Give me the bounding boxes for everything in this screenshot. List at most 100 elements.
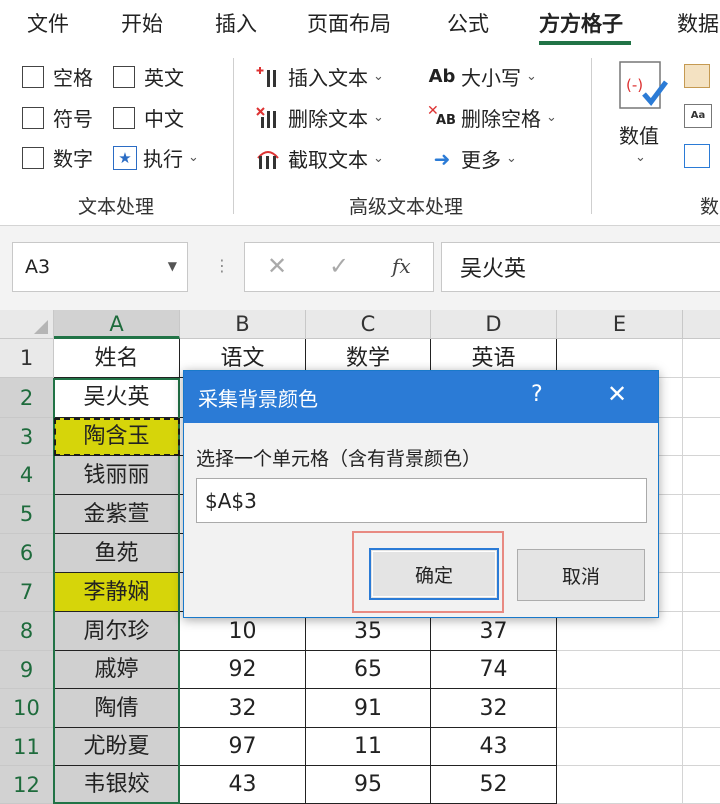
tab-insert[interactable]: 插入 [215, 8, 257, 38]
checkbox-box[interactable] [113, 106, 135, 129]
extract-text-button[interactable]: 截取文本 ⌄ [254, 144, 384, 173]
insert-function-icon[interactable]: fx [392, 254, 411, 278]
delete-space-button[interactable]: ✕ AB 删除空格 ⌄ [427, 103, 557, 132]
small-tool-icon-1[interactable] [684, 64, 710, 88]
column-header-f[interactable] [683, 310, 720, 339]
insert-text-button[interactable]: 插入文本 ⌄ [254, 62, 384, 91]
tab-page-layout[interactable]: 页面布局 [307, 8, 391, 38]
cell-e9[interactable] [557, 651, 683, 689]
cell-f2[interactable] [683, 378, 720, 418]
cell-e10[interactable] [557, 689, 683, 728]
tab-file[interactable]: 文件 [27, 8, 69, 38]
cell-b9[interactable]: 92 [180, 651, 306, 689]
cell-d12[interactable]: 52 [431, 766, 557, 804]
cell-reference-input[interactable] [196, 478, 647, 523]
name-box[interactable]: A3 ▼ [12, 242, 188, 292]
tab-fangfang-gezi[interactable]: 方方格子 [539, 8, 623, 38]
row-header-7[interactable]: 7 [0, 573, 54, 612]
cell-a12[interactable]: 韦银姣 [54, 766, 180, 804]
row-header-2[interactable]: 2 [0, 378, 54, 418]
column-header-e[interactable]: E [557, 310, 683, 339]
checkbox-english[interactable]: 英文 [113, 62, 184, 91]
checkbox-box[interactable] [22, 65, 44, 88]
cell-f11[interactable] [683, 728, 720, 766]
cell-a10[interactable]: 陶倩 [54, 689, 180, 728]
column-header-c[interactable]: C [306, 310, 431, 339]
tab-formulas[interactable]: 公式 [447, 8, 489, 38]
checkbox-box[interactable] [22, 146, 44, 169]
confirm-icon[interactable]: ✓ [329, 252, 349, 280]
checkbox-number[interactable]: 数字 [22, 143, 93, 172]
cell-f7[interactable] [683, 573, 720, 612]
cell-a3[interactable]: 陶含玉 [54, 418, 180, 456]
row-header-9[interactable]: 9 [0, 651, 54, 689]
cell-d10[interactable]: 32 [431, 689, 557, 728]
cell-f3[interactable] [683, 418, 720, 456]
row-header-6[interactable]: 6 [0, 534, 54, 573]
cell-a8[interactable]: 周尔珍 [54, 612, 180, 651]
cell-c10[interactable]: 91 [306, 689, 431, 728]
row-header-10[interactable]: 10 [0, 689, 54, 728]
row-header-3[interactable]: 3 [0, 418, 54, 456]
cell-a6[interactable]: 鱼苑 [54, 534, 180, 573]
more-button[interactable]: ➜ 更多 ⌄ [427, 144, 517, 173]
number-value-button[interactable]: (-) 数值 ⌄ [609, 60, 675, 180]
formula-input[interactable]: 吴火英 [441, 242, 720, 292]
cell-c12[interactable]: 95 [306, 766, 431, 804]
cell-d11[interactable]: 43 [431, 728, 557, 766]
cell-b11[interactable]: 97 [180, 728, 306, 766]
cell-b12[interactable]: 43 [180, 766, 306, 804]
help-icon[interactable]: ? [531, 382, 543, 407]
cell-f1[interactable] [683, 339, 720, 378]
cell-a7[interactable]: 李静娴 [54, 573, 180, 612]
column-header-d[interactable]: D [431, 310, 557, 339]
cell-a2[interactable]: 吴火英 [54, 378, 180, 418]
cell-c9[interactable]: 65 [306, 651, 431, 689]
cell-a4[interactable]: 钱丽丽 [54, 456, 180, 495]
checkbox-chinese[interactable]: 中文 [113, 103, 184, 132]
case-button[interactable]: Ab 大小写 ⌄ [427, 62, 537, 91]
cell-f4[interactable] [683, 456, 720, 495]
delete-text-button[interactable]: 删除文本 ⌄ [254, 103, 384, 132]
checkbox-box[interactable] [113, 65, 135, 88]
drag-handle-icon[interactable]: ⋮ [214, 256, 230, 275]
column-header-b[interactable]: B [180, 310, 306, 339]
cell-a9[interactable]: 戚婷 [54, 651, 180, 689]
tab-home[interactable]: 开始 [121, 8, 163, 38]
cell-f12[interactable] [683, 766, 720, 804]
column-header-a[interactable]: A [54, 310, 180, 339]
cancel-button[interactable]: 取消 [517, 549, 645, 601]
small-tool-icon-2[interactable]: Aa [684, 104, 712, 128]
cancel-icon[interactable]: ✕ [267, 252, 287, 280]
cell-c11[interactable]: 11 [306, 728, 431, 766]
cell-f5[interactable] [683, 495, 720, 534]
dropdown-arrow-icon[interactable]: ▼ [168, 259, 177, 273]
cell-b10[interactable]: 32 [180, 689, 306, 728]
cell-a5[interactable]: 金紫萱 [54, 495, 180, 534]
select-all-corner[interactable] [0, 310, 54, 339]
checkbox-box[interactable] [22, 106, 44, 129]
cell-f6[interactable] [683, 534, 720, 573]
row-header-12[interactable]: 12 [0, 766, 54, 804]
cell-a11[interactable]: 尤盼夏 [54, 728, 180, 766]
cell-f9[interactable] [683, 651, 720, 689]
cell-a1[interactable]: 姓名 [54, 339, 180, 378]
ok-button[interactable]: 确定 [369, 548, 499, 600]
row-header-4[interactable]: 4 [0, 456, 54, 495]
cell-f8[interactable] [683, 612, 720, 651]
close-icon[interactable]: ✕ [607, 380, 627, 408]
small-tool-icon-3[interactable] [684, 144, 710, 168]
cell-e12[interactable] [557, 766, 683, 804]
execute-button[interactable]: ★ 执行 ⌄ [113, 143, 199, 172]
cell-f10[interactable] [683, 689, 720, 728]
row-header-8[interactable]: 8 [0, 612, 54, 651]
row-header-1[interactable]: 1 [0, 339, 54, 378]
tab-data[interactable]: 数据 [677, 8, 719, 38]
checkbox-symbol[interactable]: 符号 [22, 103, 93, 132]
checkbox-space[interactable]: 空格 [22, 62, 93, 91]
row-header-11[interactable]: 11 [0, 728, 54, 766]
row-header-5[interactable]: 5 [0, 495, 54, 534]
cell-e11[interactable] [557, 728, 683, 766]
active-tab-underline [539, 41, 631, 45]
cell-d9[interactable]: 74 [431, 651, 557, 689]
